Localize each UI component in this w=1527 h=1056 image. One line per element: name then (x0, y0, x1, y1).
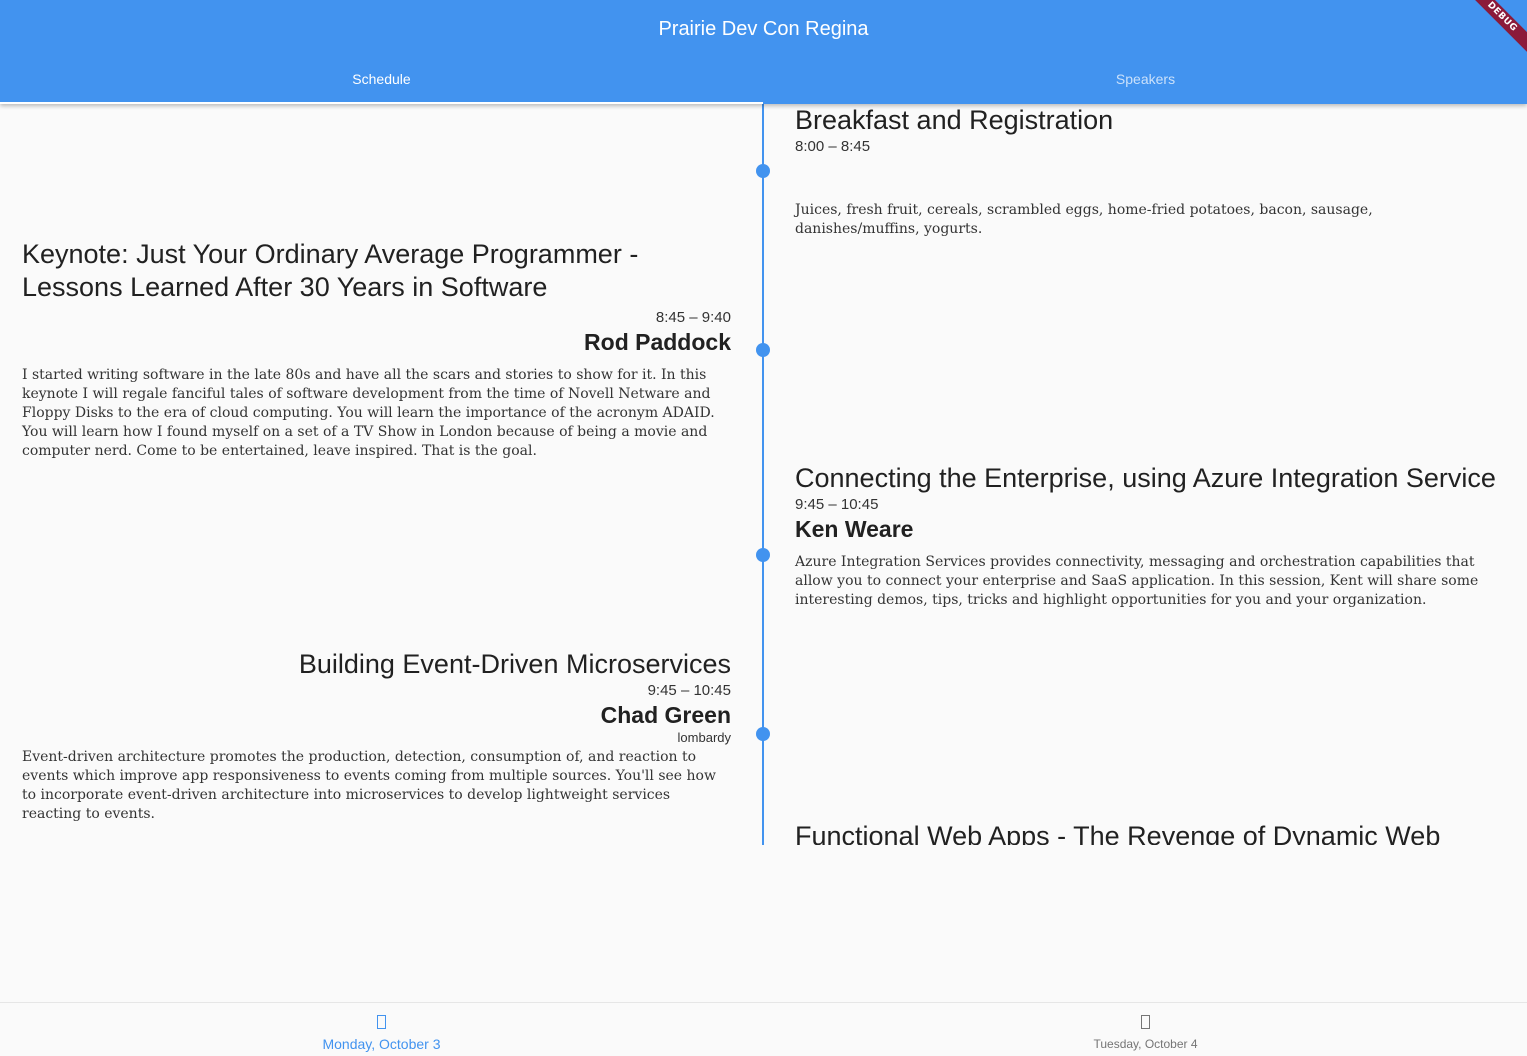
session-description: I started writing software in the late 8… (22, 367, 715, 459)
session-description: Event-driven architecture promotes the p… (22, 749, 716, 822)
tab-schedule[interactable]: Schedule (0, 56, 763, 102)
timeline-dot (756, 164, 770, 178)
session-title: Building Event-Driven Microservices (298, 649, 731, 679)
session-card[interactable]: Building Event-Driven Microservices 9:45… (22, 648, 731, 824)
app-title: Prairie Dev Con Regina (658, 18, 869, 40)
timeline-dot (756, 727, 770, 741)
app-bar: Prairie Dev Con Regina Schedule Speakers (0, 0, 1527, 104)
session-speaker: Chad Green (600, 702, 731, 728)
session-time: 9:45 – 10:45 (795, 496, 879, 513)
session-description: Juices, fresh fruit, cereals, scrambled … (795, 202, 1373, 237)
session-card[interactable]: Keynote: Just Your Ordinary Average Prog… (22, 238, 731, 461)
session-time: 8:45 – 9:40 (655, 309, 731, 326)
schedule-timeline[interactable]: Breakfast and Registration 8:00 – 8:45 J… (0, 104, 1527, 845)
calendar-icon (764, 1015, 1527, 1031)
app-window: Prairie Dev Con Regina Schedule Speakers… (0, 0, 1527, 1056)
timeline-dot (756, 343, 770, 357)
nav-item-tuesday[interactable]: Tuesday, October 4 (764, 1003, 1527, 1056)
session-title: Keynote: Just Your Ordinary Average Prog… (22, 239, 639, 302)
session-title: Connecting the Enterprise, using Azure I… (795, 463, 1496, 493)
session-title: Functional Web Apps - The Revenge of Dyn… (795, 821, 1441, 845)
session-card[interactable]: Connecting the Enterprise, using Azure I… (795, 462, 1500, 610)
session-room: lombardy (677, 730, 731, 745)
timeline-dot (756, 548, 770, 562)
session-description: Azure Integration Services provides conn… (795, 554, 1479, 608)
bottom-navigation: Monday, October 3 Tuesday, October 4 (0, 1002, 1527, 1056)
session-time: 9:45 – 10:45 (647, 682, 731, 699)
nav-label: Monday, October 3 (322, 1036, 441, 1052)
nav-item-monday[interactable]: Monday, October 3 (0, 1003, 763, 1056)
nav-label: Tuesday, October 4 (1093, 1037, 1198, 1051)
session-card[interactable]: Breakfast and Registration 8:00 – 8:45 J… (795, 104, 1500, 239)
session-card[interactable]: Functional Web Apps - The Revenge of Dyn… (795, 820, 1500, 845)
session-speaker: Rod Paddock (584, 329, 731, 355)
tab-indicator (0, 102, 763, 104)
session-time: 8:00 – 8:45 (795, 138, 871, 155)
session-title: Breakfast and Registration (795, 105, 1114, 135)
session-speaker: Ken Weare (795, 516, 914, 542)
calendar-icon (0, 1015, 763, 1031)
tab-speakers[interactable]: Speakers (764, 56, 1527, 102)
